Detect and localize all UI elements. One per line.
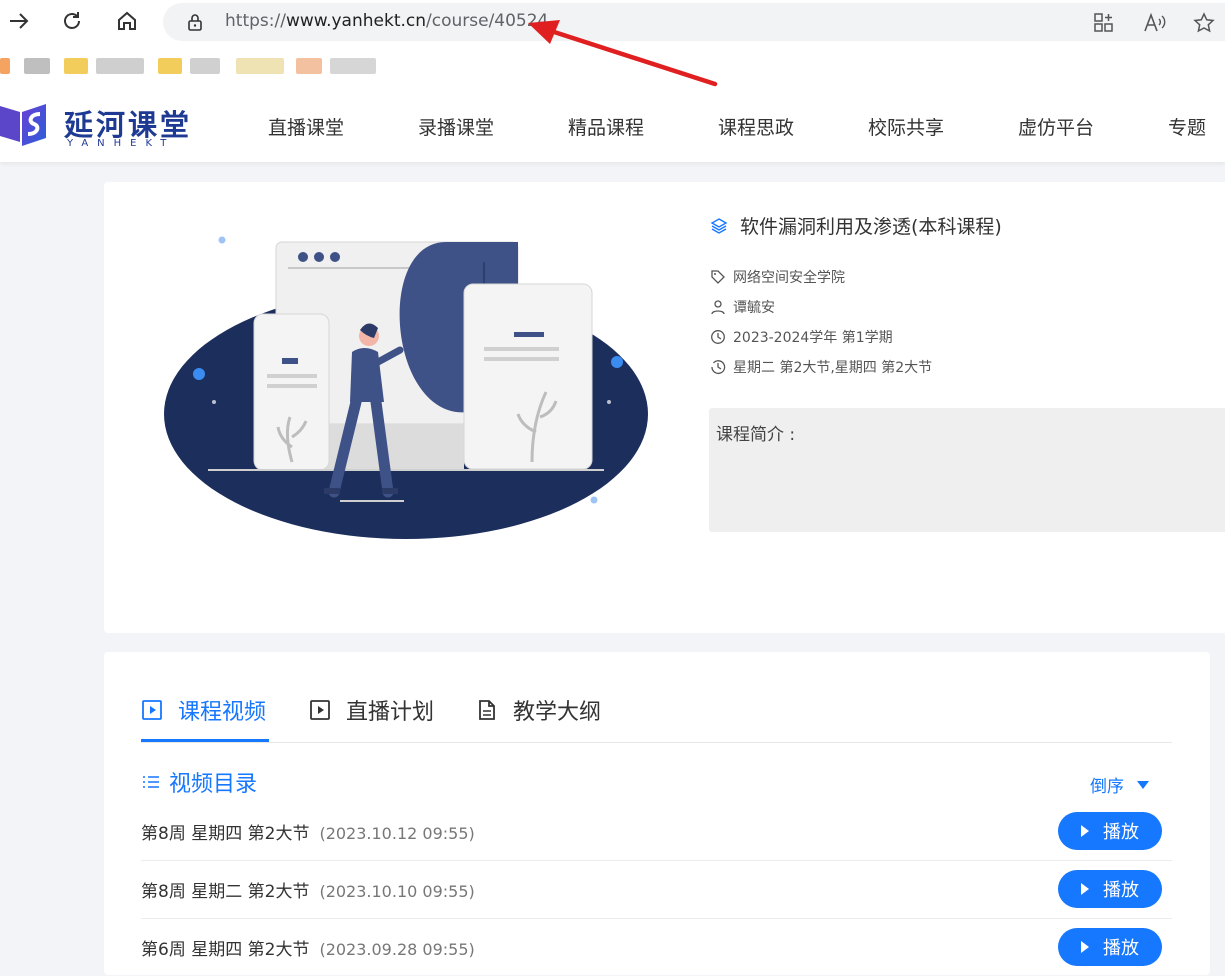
bookmark-item[interactable] xyxy=(190,58,220,74)
video-title: 第6周 星期四 第2大节 xyxy=(141,940,310,960)
nav-topics[interactable]: 专题 xyxy=(1168,113,1206,140)
video-row: 第8周 星期四 第2大节 (2023.10.12 09:55) 播放 xyxy=(141,802,1172,861)
play-square-icon xyxy=(309,699,331,721)
nav-live-classroom[interactable]: 直播课堂 xyxy=(268,113,344,140)
course-cover-illustration xyxy=(164,236,648,539)
play-button[interactable]: 播放 xyxy=(1058,928,1162,966)
split-screen-button[interactable] xyxy=(1092,11,1116,35)
course-intro-box: 课程简介 : xyxy=(709,408,1225,532)
document-icon xyxy=(476,699,498,721)
bookmark-item[interactable] xyxy=(296,58,322,74)
nav-quality-courses[interactable]: 精品课程 xyxy=(568,113,644,140)
course-title: 软件漏洞利用及渗透(本科课程) xyxy=(710,212,1002,239)
tab-live-plan[interactable]: 直播计划 xyxy=(309,694,434,726)
list-icon xyxy=(143,776,159,788)
play-icon xyxy=(1081,941,1089,953)
favorite-star-icon xyxy=(1193,12,1215,33)
video-title: 第8周 星期四 第2大节 xyxy=(141,824,310,844)
video-row: 第6周 星期四 第2大节 (2023.09.28 09:55) 播放 xyxy=(141,918,1172,976)
meta-schedule: 星期二 第2大节,星期四 第2大节 xyxy=(710,357,932,377)
read-aloud-button[interactable] xyxy=(1143,11,1167,35)
reload-icon xyxy=(64,12,80,29)
meta-college: 网络空间安全学院 xyxy=(710,267,845,287)
bookmark-item[interactable] xyxy=(236,58,284,74)
url-text: https://www.yanhekt.cn/course/40524 xyxy=(225,11,549,31)
video-catalog-title: 视频目录 xyxy=(141,766,257,798)
clock-icon xyxy=(710,329,726,345)
read-aloud-icon xyxy=(1144,12,1166,32)
play-square-icon xyxy=(141,699,163,721)
nav-course-ideology[interactable]: 课程思政 xyxy=(718,113,794,140)
play-button[interactable]: 播放 xyxy=(1058,812,1162,850)
play-icon xyxy=(1081,883,1089,895)
bookmark-item[interactable] xyxy=(96,58,144,74)
course-content-card: 课程视频 直播计划 教学大纲 视频目录 倒序 第8周 星期四 第2大节 (2023… xyxy=(104,652,1210,975)
forward-icon xyxy=(10,13,29,29)
split-screen-icon xyxy=(1094,13,1113,32)
history-icon xyxy=(710,359,726,375)
forward-button[interactable] xyxy=(4,6,34,36)
logo-subtext: YANHEKT xyxy=(67,138,176,149)
video-time: (2023.09.28 09:55) xyxy=(319,940,475,959)
video-time: (2023.10.12 09:55) xyxy=(319,824,475,843)
tag-icon xyxy=(710,269,726,285)
favorite-button[interactable] xyxy=(1192,11,1216,35)
bookmark-item[interactable] xyxy=(0,58,10,74)
play-icon xyxy=(1081,825,1089,837)
meta-term: 2023-2024学年 第1学期 xyxy=(710,327,893,347)
tab-course-videos[interactable]: 课程视频 xyxy=(141,694,266,726)
layers-icon xyxy=(710,217,728,234)
nav-inter-school-share[interactable]: 校际共享 xyxy=(868,113,944,140)
annotation-arrow xyxy=(528,20,718,87)
bookmark-item[interactable] xyxy=(24,58,50,74)
bookmark-item[interactable] xyxy=(330,58,376,74)
bookmark-item[interactable] xyxy=(158,58,182,74)
nav-virtual-platform[interactable]: 虚仿平台 xyxy=(1018,113,1094,140)
lock-icon xyxy=(188,14,202,31)
video-time: (2023.10.10 09:55) xyxy=(319,882,475,901)
video-title: 第8周 星期二 第2大节 xyxy=(141,882,310,902)
yanhekt-logo-icon[interactable] xyxy=(0,102,48,148)
tab-syllabus[interactable]: 教学大纲 xyxy=(476,694,601,726)
course-intro-label: 课程简介 : xyxy=(716,425,796,445)
nav-recorded-classroom[interactable]: 录播课堂 xyxy=(418,113,494,140)
reload-button[interactable] xyxy=(57,6,87,36)
home-icon xyxy=(118,11,136,30)
meta-teacher: 谭毓安 xyxy=(710,297,775,317)
sort-descending-button[interactable]: 倒序 xyxy=(1090,772,1150,797)
course-info-card: 软件漏洞利用及渗透(本科课程) 网络空间安全学院 谭毓安 2023-2024学年… xyxy=(104,182,1225,633)
user-icon xyxy=(710,299,726,315)
home-button[interactable] xyxy=(112,6,142,36)
tab-divider xyxy=(141,742,1172,743)
video-row: 第8周 星期二 第2大节 (2023.10.10 09:55) 播放 xyxy=(141,860,1172,919)
bookmark-item[interactable] xyxy=(64,58,88,74)
play-button[interactable]: 播放 xyxy=(1058,870,1162,908)
caret-down-icon xyxy=(1137,780,1149,789)
